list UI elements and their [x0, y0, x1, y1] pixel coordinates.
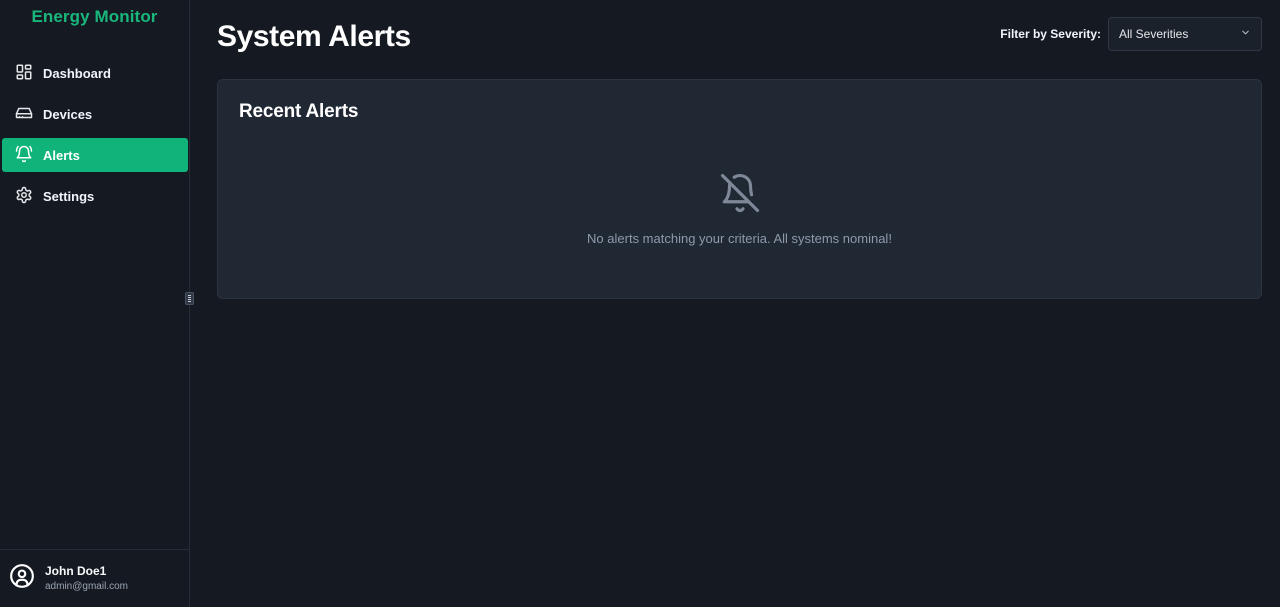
main-content: System Alerts Filter by Severity: All Se… — [190, 0, 1280, 607]
chevron-down-icon — [1240, 27, 1251, 41]
empty-alerts-state: No alerts matching your criteria. All sy… — [218, 172, 1261, 246]
user-name: John Doe1 — [45, 564, 107, 579]
severity-filter-label: Filter by Severity: — [1000, 27, 1101, 41]
recent-alerts-title: Recent Alerts — [239, 101, 359, 122]
gear-icon — [15, 186, 33, 207]
page-header: System Alerts Filter by Severity: All Se… — [217, 0, 1262, 79]
empty-alerts-message: No alerts matching your criteria. All sy… — [587, 231, 892, 246]
app-shell: Energy Monitor Dashboard Devices Alerts … — [0, 0, 1280, 607]
bell-icon — [15, 145, 33, 166]
sidebar: Energy Monitor Dashboard Devices Alerts … — [0, 0, 194, 607]
sidebar-item-devices[interactable]: Devices — [2, 97, 188, 131]
sidebar-resize-handle[interactable] — [185, 292, 194, 305]
sidebar-item-alerts[interactable]: Alerts — [2, 138, 188, 172]
device-drive-icon — [15, 104, 33, 125]
sidebar-item-label: Alerts — [43, 147, 80, 163]
sidebar-item-label: Dashboard — [43, 65, 111, 81]
user-email: admin@gmail.com — [45, 580, 128, 592]
sidebar-item-label: Settings — [43, 188, 95, 204]
page-title: System Alerts — [217, 20, 411, 53]
sidebar-nav: Dashboard Devices Alerts Settings — [0, 56, 189, 213]
sidebar-item-dashboard[interactable]: Dashboard — [2, 56, 188, 90]
user-profile[interactable]: John Doe1 admin@gmail.com — [0, 549, 189, 607]
user-circle-icon — [9, 563, 35, 594]
sidebar-item-settings[interactable]: Settings — [2, 179, 188, 213]
severity-select[interactable]: All Severities — [1108, 17, 1262, 51]
severity-select-value: All Severities — [1119, 27, 1189, 41]
dashboard-grid-icon — [15, 63, 33, 84]
sidebar-item-label: Devices — [43, 106, 93, 122]
recent-alerts-panel: Recent Alerts No alerts matching your cr… — [217, 79, 1262, 299]
bell-off-icon — [719, 172, 761, 219]
severity-filter: Filter by Severity: All Severities — [1000, 17, 1262, 51]
brand-title: Energy Monitor — [31, 7, 158, 26]
user-text: John Doe1 admin@gmail.com — [45, 564, 128, 592]
